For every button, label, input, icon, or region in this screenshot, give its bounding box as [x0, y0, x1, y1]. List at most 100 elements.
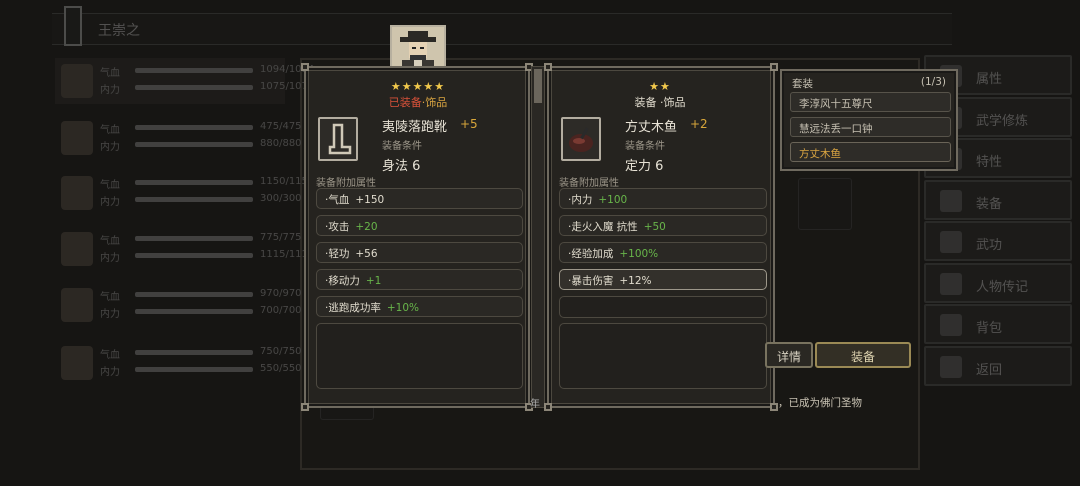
side-menu-button[interactable]: 装备: [924, 179, 1072, 220]
bonus-attributes-title: 装备附加属性: [316, 178, 376, 189]
mp-bar: [135, 142, 253, 147]
attribute-value: +50: [643, 221, 666, 233]
mp-bar: [135, 309, 253, 314]
set-item[interactable]: 方丈木鱼: [790, 142, 951, 162]
mp-value: 300/300: [260, 193, 302, 204]
character-avatar: [61, 288, 93, 322]
panel-corner: [770, 63, 778, 71]
item-icon-slot: [561, 117, 601, 161]
wooden-fish-icon: [569, 127, 593, 152]
side-menu-label: 属性: [976, 72, 1003, 87]
menu-icon: [940, 231, 962, 253]
side-menu-label: 武功: [976, 238, 1003, 253]
attribute-row: ·气血 +150: [316, 188, 523, 209]
character-name: 王崇之: [98, 23, 140, 39]
mp-value: 880/880: [260, 138, 302, 149]
attribute-row: ·轻功 +56: [316, 242, 523, 263]
side-menu-button[interactable]: 返回: [924, 345, 1072, 386]
item-description-snippet: ，已成为佛门圣物: [778, 397, 862, 409]
attribute-name: ·逃跑成功率: [325, 302, 381, 314]
panel-corner: [770, 403, 778, 411]
side-menu-label: 背包: [976, 321, 1003, 336]
side-menu-label: 人物传记: [976, 279, 1029, 295]
side-menu-button[interactable]: 武功: [924, 221, 1072, 261]
set-item[interactable]: 慧远法丢一口钟: [790, 117, 951, 137]
attribute-value: +100%: [619, 248, 659, 260]
set-bonus-panel: 套装 (1/3) 李淳风十五尊尺 慧远法丢一口钟 方丈木鱼: [780, 69, 958, 171]
bonus-attributes-title: 装备附加属性: [559, 178, 619, 189]
menu-icon: [940, 355, 962, 378]
mp-value: 700/700: [260, 305, 302, 316]
hp-bar: [135, 180, 253, 185]
attribute-row: ·内力 +100: [559, 188, 767, 209]
panel-scrollbar[interactable]: [531, 66, 545, 408]
roster-row[interactable]: 气血 1094/1094 内力 1075/1075: [55, 58, 314, 104]
side-menu-label: 返回: [976, 362, 1003, 378]
side-menu-button[interactable]: 背包: [924, 304, 1072, 344]
attribute-name: ·经验加成: [568, 248, 614, 260]
hp-value: 775/775: [260, 232, 302, 243]
roster-row[interactable]: 气血 475/475 内力 880/880: [55, 115, 302, 161]
scroll-thumb[interactable]: [534, 69, 542, 103]
menu-icon: [940, 314, 962, 336]
empty-attr-row: [559, 296, 767, 318]
attribute-row: ·移动力 +1: [316, 269, 523, 290]
attribute-value: +1: [365, 275, 382, 287]
side-menu-label: 装备: [976, 196, 1003, 212]
hp-label: 气血: [100, 125, 120, 136]
side-menu-label: 武学修炼: [976, 113, 1029, 129]
item-icon-slot: [318, 117, 358, 161]
hp-bar: [135, 292, 253, 297]
roster-row[interactable]: 气血 775/775 内力 1115/1115: [55, 226, 314, 272]
character-avatar: [61, 64, 93, 98]
requirement-label: 装备条件: [382, 141, 422, 152]
character-avatar: [61, 346, 93, 380]
side-menu-button[interactable]: 人物传记: [924, 262, 1072, 303]
roster-row[interactable]: 气血 1150/1150 内力 300/300: [55, 170, 314, 216]
side-menu-label: 特性: [976, 155, 1003, 170]
menu-icon: [940, 272, 962, 295]
attribute-row: ·暴击伤害 +12%: [559, 269, 767, 290]
hp-value: 475/475: [260, 121, 302, 132]
character-avatar: [61, 121, 93, 155]
mp-bar: [135, 197, 253, 202]
panel-corner: [544, 403, 552, 411]
mp-label: 内力: [100, 197, 120, 208]
hp-bar: [135, 350, 253, 355]
panel-corner: [301, 403, 309, 411]
hp-bar: [135, 125, 253, 130]
item-enhance-level: +5: [460, 117, 478, 131]
description-fragment: 年: [530, 399, 540, 410]
item-type: ·饰品: [421, 96, 448, 109]
requirement-label: 装备条件: [625, 141, 665, 152]
hp-label: 气血: [100, 350, 120, 361]
hp-bar: [135, 236, 253, 241]
mp-label: 内力: [100, 85, 120, 96]
item-name: 方丈木鱼: [625, 120, 678, 135]
menu-icon: [940, 189, 962, 212]
hp-bar: [135, 68, 253, 73]
roster-row[interactable]: 气血 750/750 内力 550/550: [55, 340, 302, 386]
boot-icon: [328, 123, 352, 155]
mp-bar: [135, 253, 253, 258]
hp-value: 970/970: [260, 288, 302, 299]
character-avatar: [61, 176, 93, 210]
attribute-value: +150: [355, 194, 385, 206]
requirement-value: 身法 6: [382, 159, 421, 174]
attribute-name: ·移动力: [325, 275, 360, 287]
empty-attr-area: [316, 323, 523, 389]
mp-label: 内力: [100, 367, 120, 378]
set-item[interactable]: 李淳风十五尊尺: [790, 92, 951, 112]
item-name: 夷陵落跑靴: [382, 120, 448, 135]
detail-button[interactable]: 详情: [765, 342, 813, 368]
equip-button[interactable]: 装备: [815, 342, 911, 368]
roster-row[interactable]: 气血 970/970 内力 700/700: [55, 282, 302, 328]
mp-label: 内力: [100, 309, 120, 320]
mp-bar: [135, 85, 253, 90]
empty-attr-area: [559, 323, 767, 389]
attribute-name: ·暴击伤害: [568, 275, 614, 287]
attribute-value: +10%: [386, 302, 419, 314]
attribute-row: ·攻击 +20: [316, 215, 523, 236]
character-avatar: [61, 232, 93, 266]
panel-corner: [301, 63, 309, 71]
